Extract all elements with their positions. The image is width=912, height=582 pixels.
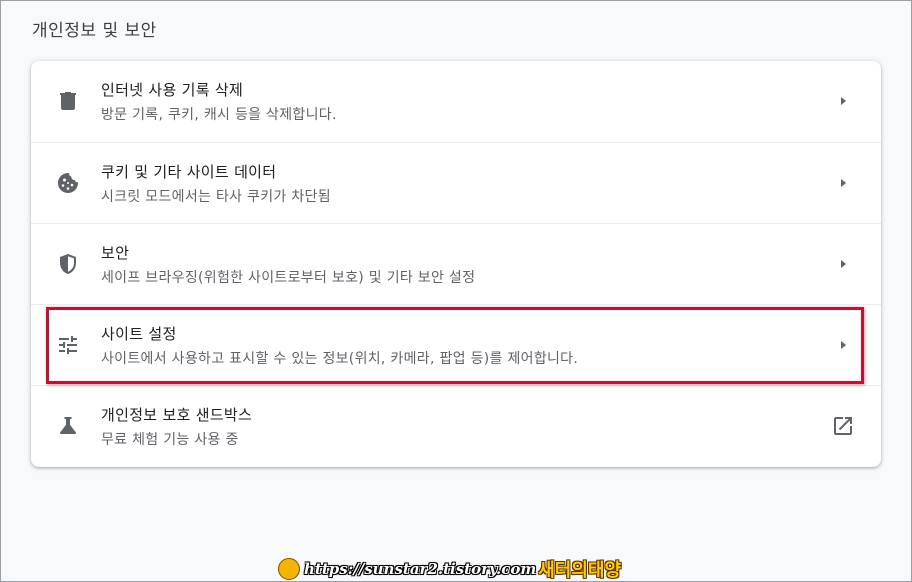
chevron-right-icon	[841, 341, 846, 349]
security-sublabel: 세이프 브라우징(위험한 사이트로부터 보호) 및 기타 보안 설정	[101, 270, 476, 286]
clear-browsing-data-sublabel: 방문 기록, 쿠키, 캐시 등을 삭제합니다.	[101, 107, 337, 123]
privacy-sandbox-label: 개인정보 보호 샌드박스	[101, 406, 253, 424]
site-settings-row[interactable]: 사이트 설정 사이트에서 사용하고 표시할 수 있는 정보(위치, 카메라, 팝…	[31, 304, 881, 385]
clear-browsing-data-label: 인터넷 사용 기록 삭제	[101, 81, 244, 99]
privacy-sandbox-row[interactable]: 개인정보 보호 샌드박스 무료 체험 기능 사용 중	[31, 385, 881, 466]
privacy-sandbox-sublabel: 무료 체험 기능 사용 중	[101, 432, 239, 448]
cookies-label: 쿠키 및 기타 사이트 데이터	[101, 163, 277, 181]
chevron-right-icon	[841, 97, 846, 105]
chevron-right-icon	[841, 260, 846, 268]
chevron-right-icon	[841, 179, 846, 187]
cookies-row[interactable]: 쿠키 및 기타 사이트 데이터 시크릿 모드에서는 타사 쿠키가 차단됨	[31, 142, 881, 223]
trash-icon	[60, 92, 76, 110]
security-row[interactable]: 보안 세이프 브라우징(위험한 사이트로부터 보호) 및 기타 보안 설정	[31, 223, 881, 304]
watermark: https://sunstar2.tistory.com 새터의태양	[278, 556, 621, 582]
tune-icon	[59, 336, 77, 354]
cookies-sublabel: 시크릿 모드에서는 타사 쿠키가 차단됨	[101, 189, 331, 205]
watermark-brand: 새터의태양	[538, 560, 622, 581]
watermark-url: https://sunstar2.tistory.com	[304, 560, 537, 578]
open-in-new-icon[interactable]	[831, 414, 855, 438]
cookie-icon	[58, 173, 78, 193]
site-settings-sublabel: 사이트에서 사용하고 표시할 수 있는 정보(위치, 카메라, 팝업 등)를 제…	[101, 351, 579, 367]
flask-icon	[59, 417, 77, 434]
site-settings-label: 사이트 설정	[101, 325, 177, 343]
privacy-security-card: 인터넷 사용 기록 삭제 방문 기록, 쿠키, 캐시 등을 삭제합니다. 쿠키 …	[31, 61, 881, 467]
smiley-face-icon	[278, 558, 300, 580]
section-title: 개인정보 및 보안	[32, 21, 157, 41]
shield-icon	[60, 254, 76, 274]
clear-browsing-data-row[interactable]: 인터넷 사용 기록 삭제 방문 기록, 쿠키, 캐시 등을 삭제합니다.	[31, 61, 881, 142]
security-label: 보안	[101, 244, 130, 262]
